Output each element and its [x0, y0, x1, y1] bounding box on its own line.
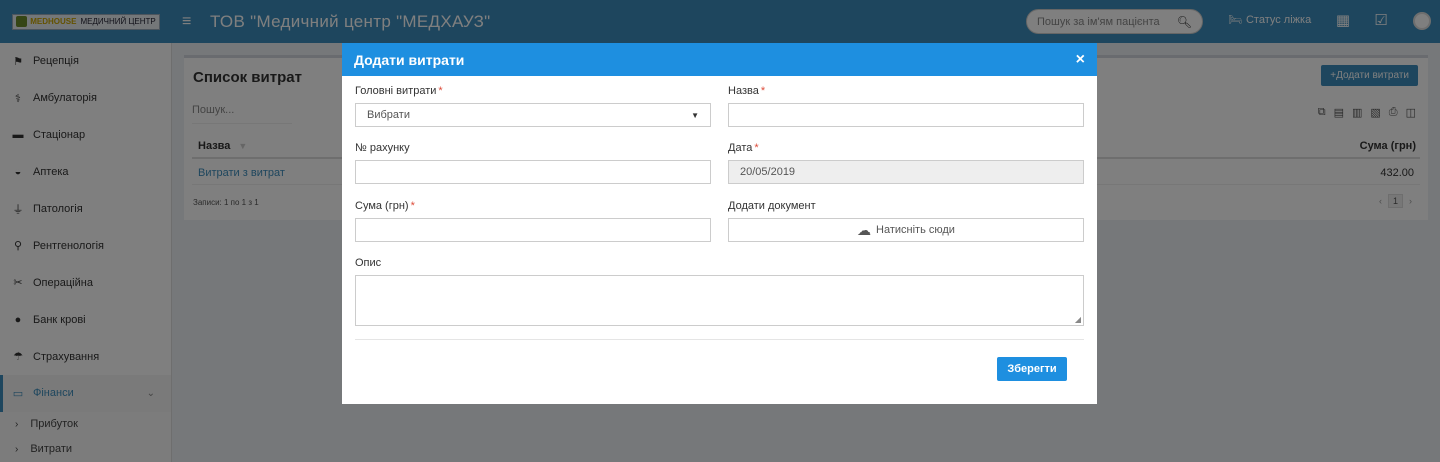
- required-marker: *: [410, 200, 415, 212]
- description-textarea[interactable]: ◢: [355, 275, 1084, 326]
- upload-document-button[interactable]: ☁ Натисніть сюди: [728, 218, 1084, 242]
- date-input[interactable]: 20/05/2019: [728, 160, 1084, 184]
- sum-input[interactable]: [355, 218, 711, 242]
- account-label: № рахунку: [355, 142, 410, 154]
- add-expense-modal: Додати витрати × Головні витрати * Вибрат…: [342, 43, 1097, 404]
- footer-divider: [355, 339, 1084, 340]
- required-marker: *: [760, 85, 766, 97]
- date-label: Дата *: [728, 142, 759, 154]
- modal-header: Додати витрати ×: [342, 43, 1097, 76]
- name-label-text: Назва: [728, 85, 759, 97]
- main-expense-select[interactable]: Вибрати ▼: [355, 103, 711, 127]
- save-button[interactable]: Зберегти: [997, 357, 1067, 381]
- description-label: Опис: [355, 257, 382, 269]
- cloud-upload-icon: ☁: [857, 221, 872, 238]
- document-label: Додати документ: [728, 200, 816, 212]
- required-marker: *: [754, 142, 759, 154]
- sum-label: Сума (грн) *: [355, 200, 415, 212]
- modal-title: Додати витрати: [354, 51, 465, 68]
- main-expense-label: Головні витрати *: [355, 85, 443, 97]
- resize-handle-icon[interactable]: ◢: [1075, 315, 1081, 324]
- main-expense-label-text: Головні витрати: [355, 85, 437, 97]
- sum-label-text: Сума (грн): [355, 200, 409, 212]
- date-label-text: Дата: [728, 142, 753, 154]
- name-label: Назва *: [728, 85, 765, 97]
- caret-down-icon: ▼: [691, 110, 699, 120]
- required-marker: *: [438, 85, 443, 97]
- upload-document-label: Натисніть сюди: [876, 224, 955, 236]
- name-input[interactable]: [728, 103, 1084, 127]
- account-input[interactable]: [355, 160, 711, 184]
- main-expense-value: Вибрати: [367, 109, 410, 121]
- close-icon[interactable]: ×: [1076, 51, 1085, 69]
